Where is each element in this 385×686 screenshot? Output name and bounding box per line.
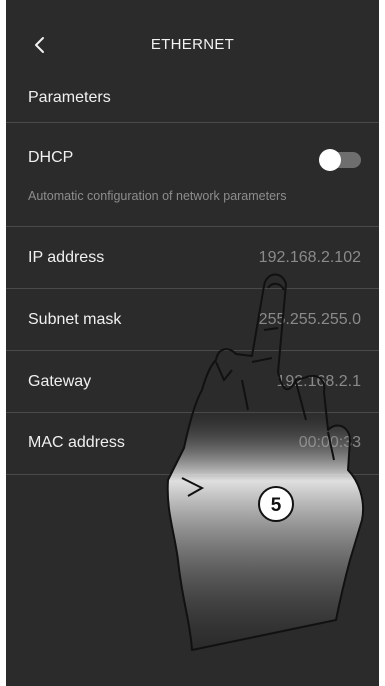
gateway-label: Gateway: [28, 373, 92, 390]
ip-address-row[interactable]: IP address 192.168.2.102: [6, 227, 379, 289]
gateway-value: 192.168.2.1: [276, 373, 361, 390]
page-title: ETHERNET: [150, 36, 235, 53]
ip-address-label: IP address: [28, 249, 105, 266]
header: ETHERNET: [6, 0, 379, 72]
ethernet-screen: ETHERNET Parameters DHCP Automatic confi…: [6, 0, 379, 686]
mac-address-label: MAC address: [28, 434, 125, 451]
dhcp-label: DHCP: [28, 149, 74, 166]
dhcp-description: Automatic configuration of network param…: [28, 189, 287, 203]
subnet-mask-row[interactable]: Subnet mask 255.255.255.0: [6, 289, 379, 351]
toggle-knob: [319, 149, 341, 171]
section-header-parameters: Parameters: [6, 72, 379, 123]
ip-address-value: 192.168.2.102: [258, 249, 361, 266]
mac-address-row[interactable]: MAC address 00:00:33: [6, 413, 379, 475]
mac-address-value: 00:00:33: [298, 434, 361, 451]
dhcp-toggle[interactable]: [319, 149, 361, 171]
step-number: 5: [271, 495, 282, 516]
subnet-mask-label: Subnet mask: [28, 311, 122, 328]
step-callout: 5: [258, 486, 294, 522]
dhcp-row: DHCP Automatic configuration of network …: [6, 123, 379, 227]
section-label: Parameters: [28, 89, 111, 106]
gateway-row[interactable]: Gateway 192.168.2.1: [6, 351, 379, 413]
subnet-mask-value: 255.255.255.0: [258, 311, 361, 328]
